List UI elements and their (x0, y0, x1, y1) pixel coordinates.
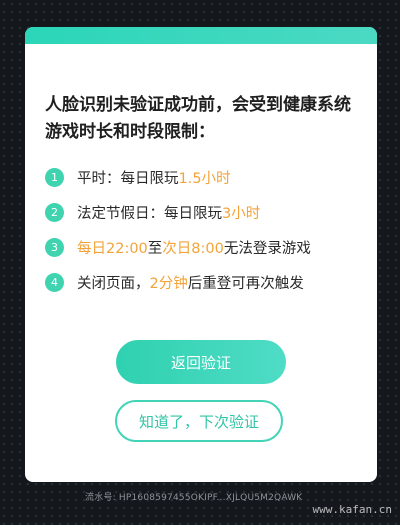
rule-text: 至 (147, 241, 163, 257)
watermark-logo (302, 455, 392, 505)
rule-highlight: 1.5小时 (178, 171, 231, 187)
rule-text: 无法登录游戏 (223, 241, 311, 257)
rule-item-1: 1 平时：每日限玩 1.5小时 (45, 160, 365, 195)
return-verify-button[interactable]: 返回验证 (116, 340, 286, 384)
dialog-header-bar (25, 27, 377, 44)
number-badge: 4 (45, 273, 64, 292)
rule-highlight: 3小时 (222, 206, 261, 222)
rule-highlight: 次日8:00 (162, 241, 224, 257)
rule-item-2: 2 法定节假日：每日限玩 3小时 (45, 195, 365, 230)
rule-item-3: 3 每日22:00 至次日8:00 无法登录游戏 (45, 230, 365, 265)
rule-text: 关闭页面， (77, 276, 150, 292)
number-badge: 1 (45, 168, 64, 187)
number-badge: 2 (45, 203, 64, 222)
rule-item-4: 4 关闭页面， 2分钟 后重登可再次触发 (45, 265, 365, 300)
rule-highlight: 每日22:00 (77, 241, 148, 257)
rule-highlight: 2分钟 (149, 276, 188, 292)
rule-list: 1 平时：每日限玩 1.5小时 2 法定节假日：每日限玩 3小时 3 每日22:… (45, 160, 365, 300)
health-system-dialog: 人脸识别未验证成功前，会受到健康系统游戏时长和时段限制： 1 平时：每日限玩 1… (25, 27, 377, 482)
rule-text: 后重登可再次触发 (187, 276, 304, 292)
number-badge: 3 (45, 238, 64, 257)
notice-text: 人脸识别未验证成功前，会受到健康系统游戏时长和时段限制： (45, 95, 351, 142)
serial-number: 流水号: HP1608597455OKIPF...XJLQU5M2QAWK (85, 493, 303, 503)
watermark-url: www.kafan.cn (312, 503, 392, 516)
rule-text: 平时：每日限玩 (77, 171, 179, 187)
rule-text: 法定节假日：每日限玩 (77, 206, 222, 222)
verify-later-button[interactable]: 知道了，下次验证 (115, 400, 283, 442)
